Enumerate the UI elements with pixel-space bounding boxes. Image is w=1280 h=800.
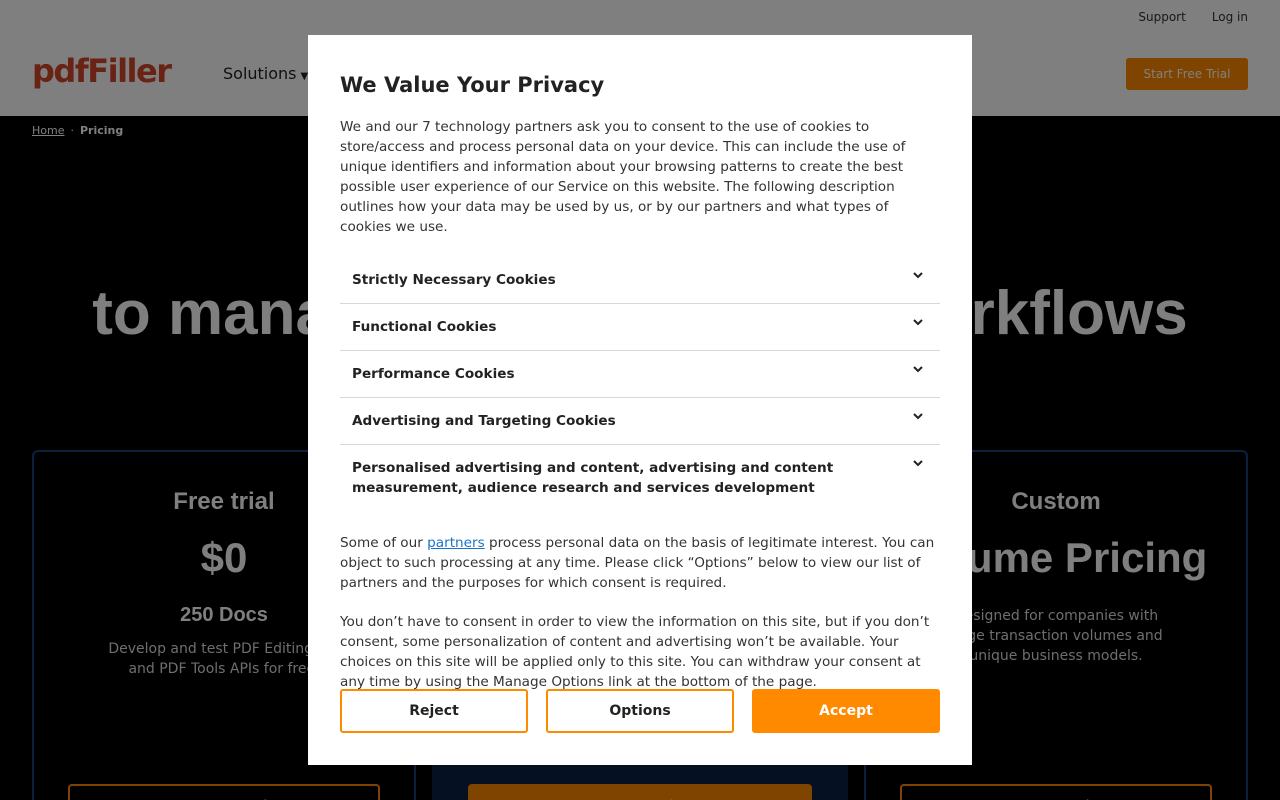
legitimate-interest-text: Some of our partners process personal da… — [340, 533, 940, 593]
chevron-down-icon — [913, 319, 923, 326]
chevron-down-icon — [913, 366, 923, 373]
para2-before: Some of our — [340, 535, 428, 551]
accordion-label: Performance Cookies — [352, 366, 515, 382]
accordion-performance[interactable]: Performance Cookies — [340, 351, 940, 398]
accordion-personalised-advertising[interactable]: Personalised advertising and content, ad… — [340, 445, 940, 511]
privacy-modal: We Value Your Privacy We and our 7 techn… — [308, 35, 972, 765]
partners-link[interactable]: partners — [427, 535, 485, 551]
modal-intro: We and our 7 technology partners ask you… — [340, 119, 906, 235]
accordion-label: Strictly Necessary Cookies — [352, 272, 556, 288]
accordion-label: Personalised advertising and content, ad… — [352, 460, 834, 496]
accordion-strictly-necessary[interactable]: Strictly Necessary Cookies — [340, 257, 940, 304]
modal-actions: Reject Options Accept — [340, 689, 940, 733]
modal-title: We Value Your Privacy — [340, 73, 605, 97]
accordion-advertising-targeting[interactable]: Advertising and Targeting Cookies — [340, 398, 940, 445]
chevron-down-icon — [913, 272, 923, 279]
accordion-label: Functional Cookies — [352, 319, 497, 335]
chevron-down-icon — [913, 460, 923, 467]
accept-button[interactable]: Accept — [752, 689, 940, 733]
accordion-functional[interactable]: Functional Cookies — [340, 304, 940, 351]
options-button[interactable]: Options — [546, 689, 734, 733]
consent-info-text: You don’t have to consent in order to vi… — [340, 614, 930, 690]
accordion-label: Advertising and Targeting Cookies — [352, 413, 616, 429]
chevron-down-icon — [913, 413, 923, 420]
reject-button[interactable]: Reject — [340, 689, 528, 733]
cookie-categories: Strictly Necessary Cookies Functional Co… — [340, 257, 940, 511]
